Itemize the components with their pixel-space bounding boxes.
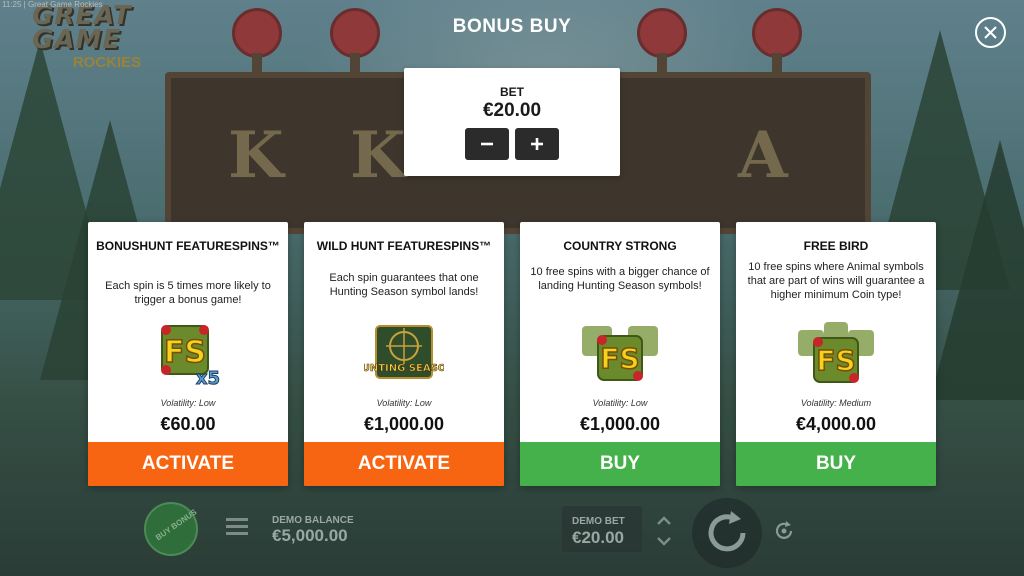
activate-button[interactable]: ACTIVATE (88, 442, 288, 486)
bet-selector-value: €20.00 (482, 100, 542, 121)
bet-label: DEMO BET (572, 516, 625, 527)
icon-text: FS (816, 344, 855, 377)
modal-title: BONUS BUY (452, 16, 572, 37)
increase-bet-button[interactable] (515, 128, 559, 160)
card-description: 10 free spins with a bigger chance of la… (530, 266, 710, 292)
buy-button[interactable]: BUY (520, 442, 720, 486)
bet-panel: DEMO BET €20.00 (562, 506, 642, 552)
bet-selector-label: BET (500, 85, 524, 99)
decrease-bet-button[interactable] (465, 128, 509, 160)
card-title: FREE BIRD (803, 239, 869, 253)
close-button[interactable] (975, 17, 1006, 48)
bonus-card-country-strong: COUNTRY STRONG 10 free spins with a bigg… (520, 222, 720, 486)
card-volatility: Volatility: Low (376, 398, 432, 408)
icon-text: FS (164, 335, 206, 370)
balance-label: DEMO BALANCE (272, 515, 354, 526)
autoplay-button[interactable] (772, 519, 796, 543)
autoplay-icon (775, 521, 793, 539)
icon-text: FS (600, 342, 639, 375)
card-price: €1,000.00 (363, 414, 445, 434)
bonus-card-wild-hunt: WILD HUNT FEATURESPINS™ Each spin guaran… (304, 222, 504, 486)
buy-bonus-button[interactable]: BUY BONUS (144, 502, 198, 556)
bonus-card-bonushunt: BONUSHUNT FEATURESPINS™ Each spin is 5 t… (88, 222, 288, 486)
activate-button[interactable]: ACTIVATE (304, 442, 504, 486)
card-price: €1,000.00 (579, 414, 661, 434)
bet-selector: BET €20.00 (404, 68, 620, 176)
card-description: 10 free spins where Animal symbols that … (747, 261, 925, 301)
plus-icon (531, 138, 543, 150)
card-title: WILD HUNT FEATURESPINS™ (316, 239, 492, 253)
close-icon (984, 26, 997, 39)
minus-icon (481, 142, 493, 146)
hunting-season-icon: HUNTING SEASON (353, 322, 455, 388)
chevron-up-icon[interactable] (656, 514, 672, 526)
card-volatility: Volatility: Low (592, 398, 648, 408)
card-volatility: Volatility: Medium (800, 398, 872, 408)
fs-x5-icon: FS x5 (148, 322, 228, 390)
card-title: BONUSHUNT FEATURESPINS™ (96, 239, 280, 253)
bonus-card-free-bird: FREE BIRD 10 free spins where Animal sym… (736, 222, 936, 486)
chevron-down-icon[interactable] (656, 534, 672, 546)
spin-button[interactable] (692, 498, 762, 568)
icon-text: HUNTING SEASON (364, 363, 444, 374)
card-description: Each spin is 5 times more likely to trig… (105, 280, 271, 306)
balance-value: €5,000.00 (272, 526, 348, 545)
buy-button[interactable]: BUY (736, 442, 936, 486)
fs-stack-icon: FS (796, 322, 876, 388)
hamburger-menu-icon[interactable] (226, 518, 248, 536)
fs-stack-icon: FS (580, 322, 660, 388)
icon-badge: x5 (196, 368, 220, 388)
bet-value: €20.00 (572, 528, 624, 547)
card-title: COUNTRY STRONG (563, 239, 677, 253)
card-volatility: Volatility: Low (160, 398, 216, 408)
card-description: Each spin guarantees that one Hunting Se… (329, 272, 479, 298)
card-price: €4,000.00 (795, 414, 877, 434)
card-price: €60.00 (160, 414, 216, 434)
spin-arrow-icon (708, 511, 746, 552)
